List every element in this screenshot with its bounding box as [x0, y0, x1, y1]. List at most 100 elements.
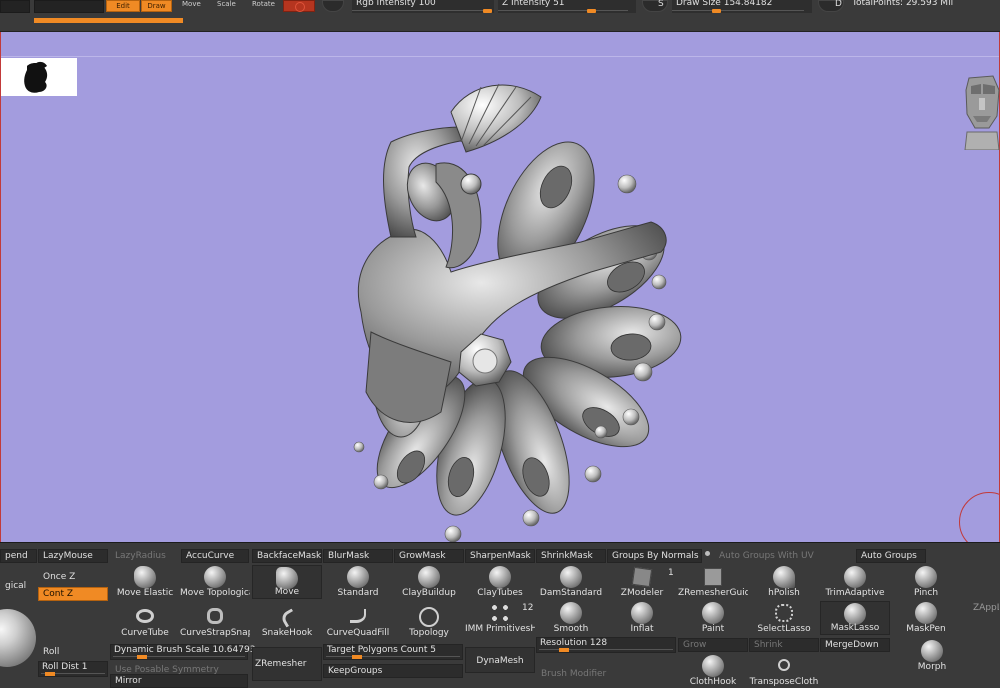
active-mode-indicator: [34, 18, 183, 23]
draw-size-slider[interactable]: Draw Size 154.84182: [672, 0, 812, 13]
mask-pen-icon: [915, 602, 937, 624]
zapplink-button[interactable]: ZAppLi: [968, 601, 1000, 615]
cont-z-button[interactable]: Cont Z: [38, 587, 108, 601]
brush-paint[interactable]: Paint: [678, 601, 748, 635]
clay-tubes-icon: [489, 566, 511, 588]
clay-buildup-icon: [418, 566, 440, 588]
zremesher-guide-cube-icon: [704, 568, 722, 586]
mrgb-toggle[interactable]: [322, 0, 344, 12]
brush-label: ClayTubes: [477, 588, 523, 598]
move-mode-button[interactable]: Move: [182, 0, 201, 8]
bottom-shelf: pend LazyMouse LazyRadius AccuCurve Back…: [0, 542, 1000, 688]
brush-label: ZModeler: [620, 588, 664, 598]
brush-mask-lasso[interactable]: MaskLasso: [820, 601, 890, 635]
brush-clay-buildup[interactable]: ClayBuildup: [394, 565, 464, 599]
brush-clay-tubes[interactable]: ClayTubes: [465, 565, 535, 599]
topology-icon: [419, 607, 439, 627]
logical-button[interactable]: gical: [0, 579, 34, 593]
shrink-button[interactable]: Shrink: [749, 638, 819, 652]
roll-dist-slider[interactable]: Roll Dist 1: [38, 661, 108, 677]
brush-snake-hook[interactable]: SnakeHook: [252, 605, 322, 639]
brush-mask-pen[interactable]: MaskPen: [891, 601, 961, 635]
brush-label: Standard: [337, 588, 379, 598]
backface-mask-button[interactable]: BackfaceMask: [252, 549, 322, 563]
rgb-intensity-slider[interactable]: Rgb Intensity 100: [352, 0, 494, 13]
brush-smooth[interactable]: Smooth: [536, 601, 606, 635]
scale-mode-button[interactable]: Scale: [217, 0, 236, 8]
s-toggle-button[interactable]: S: [642, 0, 668, 12]
navigation-head-icon[interactable]: [963, 72, 1000, 150]
accucurve-button[interactable]: AccuCurve: [181, 549, 249, 563]
toolbar-slot[interactable]: [34, 0, 104, 13]
dynamic-brush-scale-slider[interactable]: Dynamic Brush Scale 10.64793: [110, 644, 255, 660]
record-icon[interactable]: [283, 0, 315, 12]
brush-curve-strap-snap[interactable]: CurveStrapSnap: [180, 605, 250, 639]
brush-curve-quad-fill[interactable]: CurveQuadFill: [323, 605, 393, 639]
brush-pinch[interactable]: Pinch: [891, 565, 961, 599]
mirror-button[interactable]: Mirror: [110, 674, 248, 688]
z-intensity-slider[interactable]: Z Intensity 51: [498, 0, 636, 13]
lazy-radius-slider[interactable]: LazyRadius: [110, 549, 180, 563]
once-z-button[interactable]: Once Z: [38, 570, 108, 584]
brush-morph[interactable]: Morph: [897, 639, 967, 673]
brush-label: hPolish: [768, 588, 800, 598]
merge-down-button[interactable]: MergeDown: [820, 638, 890, 652]
zremesher-button[interactable]: ZRemesher: [252, 647, 322, 681]
auto-groups-button[interactable]: Auto Groups: [856, 549, 926, 563]
groups-by-normals-button[interactable]: Groups By Normals: [607, 549, 702, 563]
resolution-label: Resolution: [540, 638, 588, 648]
shrink-mask-button[interactable]: ShrinkMask: [536, 549, 606, 563]
dam-standard-icon: [560, 566, 582, 588]
material-sphere-icon[interactable]: [0, 609, 36, 667]
sharpen-mask-button[interactable]: SharpenMask: [465, 549, 535, 563]
dynamic-brush-scale-value: 10.64793: [212, 645, 256, 655]
hpolish-icon: [773, 566, 795, 588]
brush-zmodeler[interactable]: 1 ZModeler: [607, 565, 677, 599]
brush-inflat[interactable]: Inflat: [607, 601, 677, 635]
dynamesh-button[interactable]: DynaMesh: [465, 647, 535, 673]
auto-groups-with-uv-button[interactable]: Auto Groups With UV: [714, 549, 854, 563]
pinch-icon: [915, 566, 937, 588]
brush-label: Move Elastic: [116, 588, 174, 598]
thumbnail-navigator[interactable]: [1, 58, 77, 96]
rotate-mode-button[interactable]: Rotate: [252, 0, 275, 8]
canvas-viewport[interactable]: [0, 32, 1000, 552]
target-polygons-value: 5: [430, 645, 436, 655]
brush-move-topological[interactable]: Move Topological: [180, 565, 250, 599]
zmodeler-cube-icon: [631, 566, 653, 588]
brush-imm-primitives[interactable]: 12 IMM PrimitivesH: [465, 601, 535, 635]
d-toggle-button[interactable]: D: [818, 0, 844, 12]
append-button[interactable]: pend: [0, 549, 37, 563]
brush-trim-adaptive[interactable]: TrimAdaptive: [820, 565, 890, 599]
toolbar-slot[interactable]: [0, 0, 30, 13]
brush-standard[interactable]: Standard: [323, 565, 393, 599]
curve-tube-icon: [136, 609, 154, 623]
grow-mask-button[interactable]: GrowMask: [394, 549, 464, 563]
draw-button[interactable]: Draw: [141, 0, 172, 12]
brush-topology[interactable]: Topology: [394, 605, 464, 639]
brush-transpose-cloth[interactable]: TransposeCloth: [749, 654, 819, 688]
move-topological-icon: [204, 566, 226, 588]
blur-mask-button[interactable]: BlurMask: [323, 549, 393, 563]
resolution-slider[interactable]: Resolution 128: [536, 637, 676, 653]
brush-curve-tube[interactable]: CurveTube: [110, 605, 180, 639]
grow-button[interactable]: Grow: [678, 638, 748, 652]
roll-button[interactable]: Roll: [38, 645, 108, 659]
brush-cloth-hook[interactable]: ClothHook: [678, 654, 748, 688]
brush-move-elastic[interactable]: Move Elastic: [110, 565, 180, 599]
trim-adaptive-icon: [844, 566, 866, 588]
target-polygons-count-slider[interactable]: Target Polygons Count 5: [323, 644, 463, 660]
brush-modifier-slider[interactable]: Brush Modifier: [536, 667, 676, 681]
curve-quad-fill-icon: [350, 609, 366, 623]
brush-dam-standard[interactable]: DamStandard: [536, 565, 606, 599]
keep-groups-button[interactable]: KeepGroups: [323, 664, 463, 678]
rgb-intensity-label: Rgb Intensity: [356, 0, 416, 8]
brush-zremesher-guide[interactable]: ZRemesherGuide: [678, 565, 748, 599]
lazymouse-button[interactable]: LazyMouse: [38, 549, 108, 563]
sculpture-model[interactable]: [331, 72, 701, 542]
edit-button[interactable]: Edit: [106, 0, 140, 12]
brush-move[interactable]: Move: [252, 565, 322, 599]
brush-select-lasso[interactable]: SelectLasso: [749, 601, 819, 635]
brush-hpolish[interactable]: hPolish: [749, 565, 819, 599]
smooth-icon: [560, 602, 582, 624]
